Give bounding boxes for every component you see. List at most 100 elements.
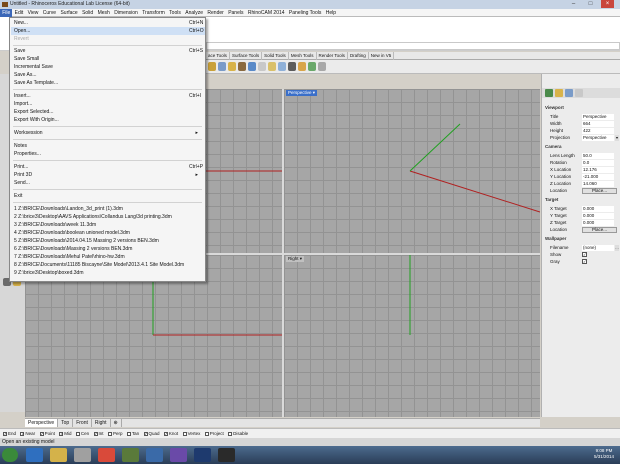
menu-item-export-with-origin[interactable]: Export With Origin... [14, 116, 200, 124]
menu-item-save[interactable]: Save Ctrl+S [14, 47, 203, 55]
menu-curve[interactable]: Curve [41, 9, 59, 17]
tab-top[interactable]: Top [58, 419, 74, 427]
tab-surface-tools[interactable]: Surface Tools [230, 52, 263, 60]
start-button-icon[interactable] [2, 448, 18, 462]
gray-checkbox[interactable]: ✓ [582, 259, 587, 264]
help-tab-icon[interactable] [575, 89, 583, 97]
zoom-selected-icon[interactable] [228, 62, 236, 71]
menu-view[interactable]: View [25, 9, 40, 17]
recent-file-7[interactable]: 7 Z:\BRICE\Downloads\Mehul Patel\rhino-h… [14, 253, 200, 261]
menu-item-import[interactable]: Import... [14, 100, 200, 108]
tab-solid-tools[interactable]: Solid Tools [262, 52, 289, 60]
menu-edit[interactable]: Edit [12, 9, 25, 17]
photoshop-icon[interactable] [194, 448, 211, 462]
place-target-button[interactable]: Place... [582, 227, 617, 233]
maximize-icon[interactable]: □ [584, 0, 597, 8]
tab-new-in-v5[interactable]: New in V5 [369, 52, 395, 60]
rhino-taskbar-icon[interactable] [122, 448, 139, 462]
display-tab-icon[interactable] [565, 89, 573, 97]
internet-explorer-icon[interactable] [26, 448, 43, 462]
menu-item-notes[interactable]: Notes [14, 142, 200, 150]
zoom-window-icon[interactable] [218, 62, 226, 71]
rotation-field[interactable]: 0.0 [582, 160, 614, 166]
menu-item-print-3d[interactable]: Print 3D ▸ [14, 171, 200, 179]
taskbar-clock[interactable]: 9:08 PM 5/31/2014 [594, 448, 614, 460]
recent-file-8[interactable]: 8 Z:\BRICE\Documents\11185 Biscayne\Site… [14, 261, 200, 269]
menu-item-print[interactable]: Print... Ctrl+P [14, 163, 203, 171]
chrome-icon[interactable] [98, 448, 115, 462]
menu-item-exit[interactable]: Exit [14, 192, 200, 200]
zoom-extents-icon[interactable] [208, 62, 216, 71]
tab-mesh-tools[interactable]: Mesh Tools [289, 52, 317, 60]
recent-file-9[interactable]: 9 Z:\brice3\Desktop\boxed.3dm [14, 269, 200, 277]
menu-help[interactable]: Help [324, 9, 339, 17]
tab-perspective[interactable]: Perspective [25, 419, 59, 427]
menu-item-properties[interactable]: Properties... [14, 150, 200, 158]
tab-render-tools[interactable]: Render Tools [317, 52, 348, 60]
menu-item-save-as-template[interactable]: Save As Template... [14, 79, 200, 87]
tab-right[interactable]: Right [92, 419, 111, 427]
layers-tab-icon[interactable] [555, 89, 563, 97]
menu-item-worksession[interactable]: Worksession ▸ [14, 129, 200, 137]
menu-item-export-selected[interactable]: Export Selected... [14, 108, 200, 116]
show-checkbox[interactable]: ✓ [582, 252, 587, 257]
options-icon[interactable] [318, 62, 326, 71]
browse-icon[interactable]: … [615, 245, 619, 251]
menu-rhinocam[interactable]: RhinoCAM 2014 [246, 9, 287, 17]
file-explorer-icon[interactable] [50, 448, 67, 462]
recent-file-3[interactable]: 3 Z:\BRICE\Downloads\week 11.3dm [14, 221, 200, 229]
four-views-icon[interactable] [248, 62, 256, 71]
shaded-icon[interactable] [268, 62, 276, 71]
filename-field[interactable]: (none) [582, 245, 614, 251]
menu-mesh[interactable]: Mesh [95, 9, 112, 17]
menu-tools[interactable]: Tools [167, 9, 183, 17]
menu-item-save-as[interactable]: Save As... [14, 71, 200, 79]
recent-file-2[interactable]: 2 Z:\brice3\Desktop\AAVS Applications\Co… [14, 213, 200, 221]
menu-item-insert[interactable]: Insert... Ctrl+I [14, 92, 201, 100]
media-player-icon[interactable] [74, 448, 91, 462]
menu-item-incremental-save[interactable]: Incremental Save [14, 63, 200, 71]
menu-solid[interactable]: Solid [80, 9, 96, 17]
rendered-icon[interactable] [278, 62, 286, 71]
recent-file-1[interactable]: 1 Z:\BRICE\Downloads\Landon_3d_print (1)… [14, 205, 200, 213]
terminal-icon[interactable] [218, 448, 235, 462]
lens-field[interactable]: 50.0 [582, 153, 614, 159]
dropdown-arrow-icon[interactable]: ▾ [615, 135, 619, 141]
menu-surface[interactable]: Surface [58, 9, 80, 17]
z-location-field[interactable]: 14.060 [582, 181, 614, 187]
menu-item-revert[interactable]: Revert [14, 35, 200, 43]
render-icon[interactable] [308, 62, 316, 71]
tab-surface-tools-partial[interactable]: ace Tools [206, 52, 230, 60]
recent-file-4[interactable]: 4 Z:\BRICE\Downloads\boolean unioned mod… [14, 229, 200, 237]
tab-front[interactable]: Front [73, 419, 92, 427]
height-field[interactable]: 422 [582, 128, 614, 134]
ghosted-icon[interactable] [288, 62, 296, 71]
menu-item-save-small[interactable]: Save Small [14, 55, 200, 63]
width-field[interactable]: 664 [582, 121, 614, 127]
menu-analyze[interactable]: Analyze [183, 9, 205, 17]
close-icon[interactable]: × [601, 0, 614, 8]
menu-item-send[interactable]: Send... [14, 179, 200, 187]
set-cplane-icon[interactable] [258, 62, 266, 71]
recent-file-6[interactable]: 6 Z:\BRICE\Downloads\Massing 2 versions … [14, 245, 200, 253]
recent-file-5[interactable]: 5 Z:\BRICE\Downloads\2014.04.15 Massing … [14, 237, 200, 245]
y-location-field[interactable]: -21.000 [582, 174, 614, 180]
tab-drafting[interactable]: Drafting [348, 52, 369, 60]
menu-dimension[interactable]: Dimension [112, 9, 140, 17]
place-camera-button[interactable]: Place... [582, 188, 617, 194]
z-target-field[interactable]: 0.000 [582, 220, 614, 226]
x-target-field[interactable]: 0.000 [582, 206, 614, 212]
light-icon[interactable] [298, 62, 306, 71]
menu-transform[interactable]: Transform [140, 9, 167, 17]
menu-item-open[interactable]: Open... Ctrl+O [11, 27, 205, 35]
minimize-icon[interactable]: – [567, 0, 580, 8]
viewport-right[interactable]: Right ▾ [284, 255, 540, 417]
viewport-perspective[interactable]: Perspective ▾ [284, 89, 540, 253]
menu-panels[interactable]: Panels [226, 9, 246, 17]
properties-tab-icon[interactable] [545, 89, 553, 97]
command-input[interactable] [206, 42, 620, 50]
menu-item-new[interactable]: New... Ctrl+N [14, 19, 203, 27]
outlook-icon[interactable] [146, 448, 163, 462]
menu-paneling-tools[interactable]: Paneling Tools [287, 9, 324, 17]
projection-select[interactable]: Perspective [582, 135, 614, 141]
